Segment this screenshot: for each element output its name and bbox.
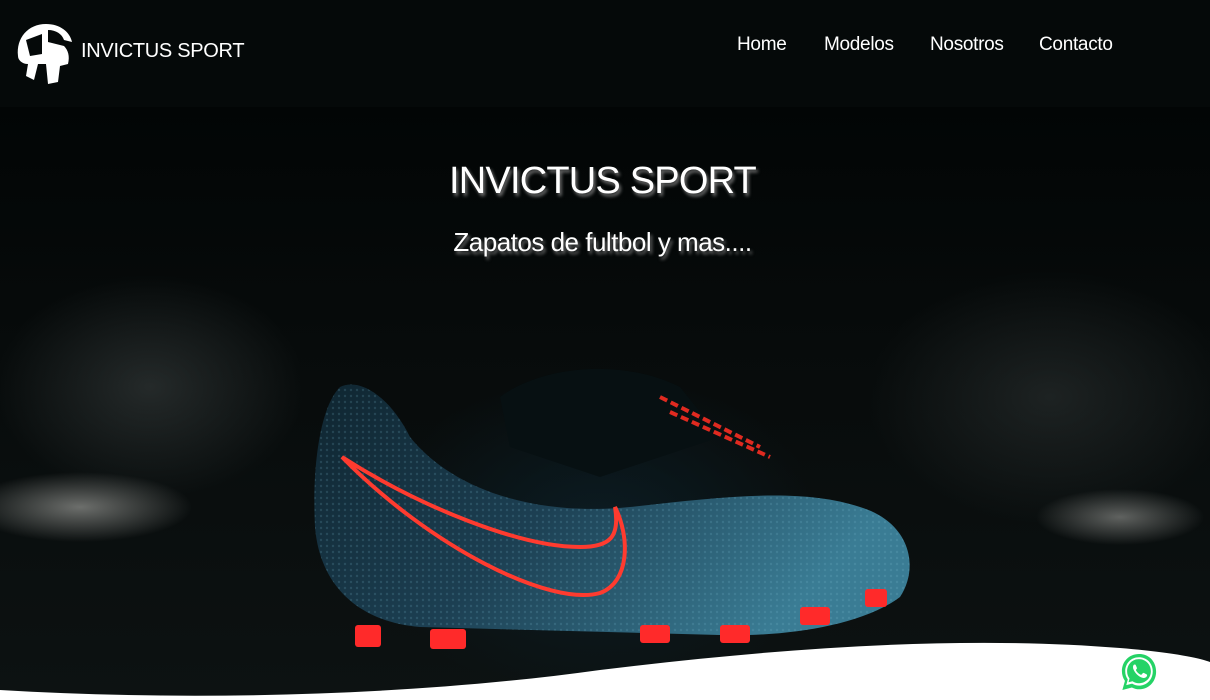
site-header: INVICTUS SPORT Home Modelos Nosotros Con… — [0, 0, 1210, 107]
hero-subtitle: Zapatos de fultbol y mas.... — [453, 227, 752, 257]
main-nav: Home Modelos Nosotros Contacto — [0, 34, 1210, 58]
nav-home-link[interactable]: Home — [737, 34, 787, 56]
hero-title: INVICTUS SPORT — [449, 160, 757, 202]
wave-divider — [0, 642, 1210, 700]
hero-banner: INVICTUS SPORT Zapatos de fultbol y mas.… — [0, 107, 1210, 700]
whatsapp-icon[interactable] — [1120, 652, 1158, 692]
page: INVICTUS SPORT Home Modelos Nosotros Con… — [0, 0, 1210, 700]
nav-modelos-link[interactable]: Modelos — [824, 34, 894, 56]
nav-contacto-link[interactable]: Contacto — [1039, 34, 1113, 56]
nav-nosotros-link[interactable]: Nosotros — [930, 34, 1004, 56]
